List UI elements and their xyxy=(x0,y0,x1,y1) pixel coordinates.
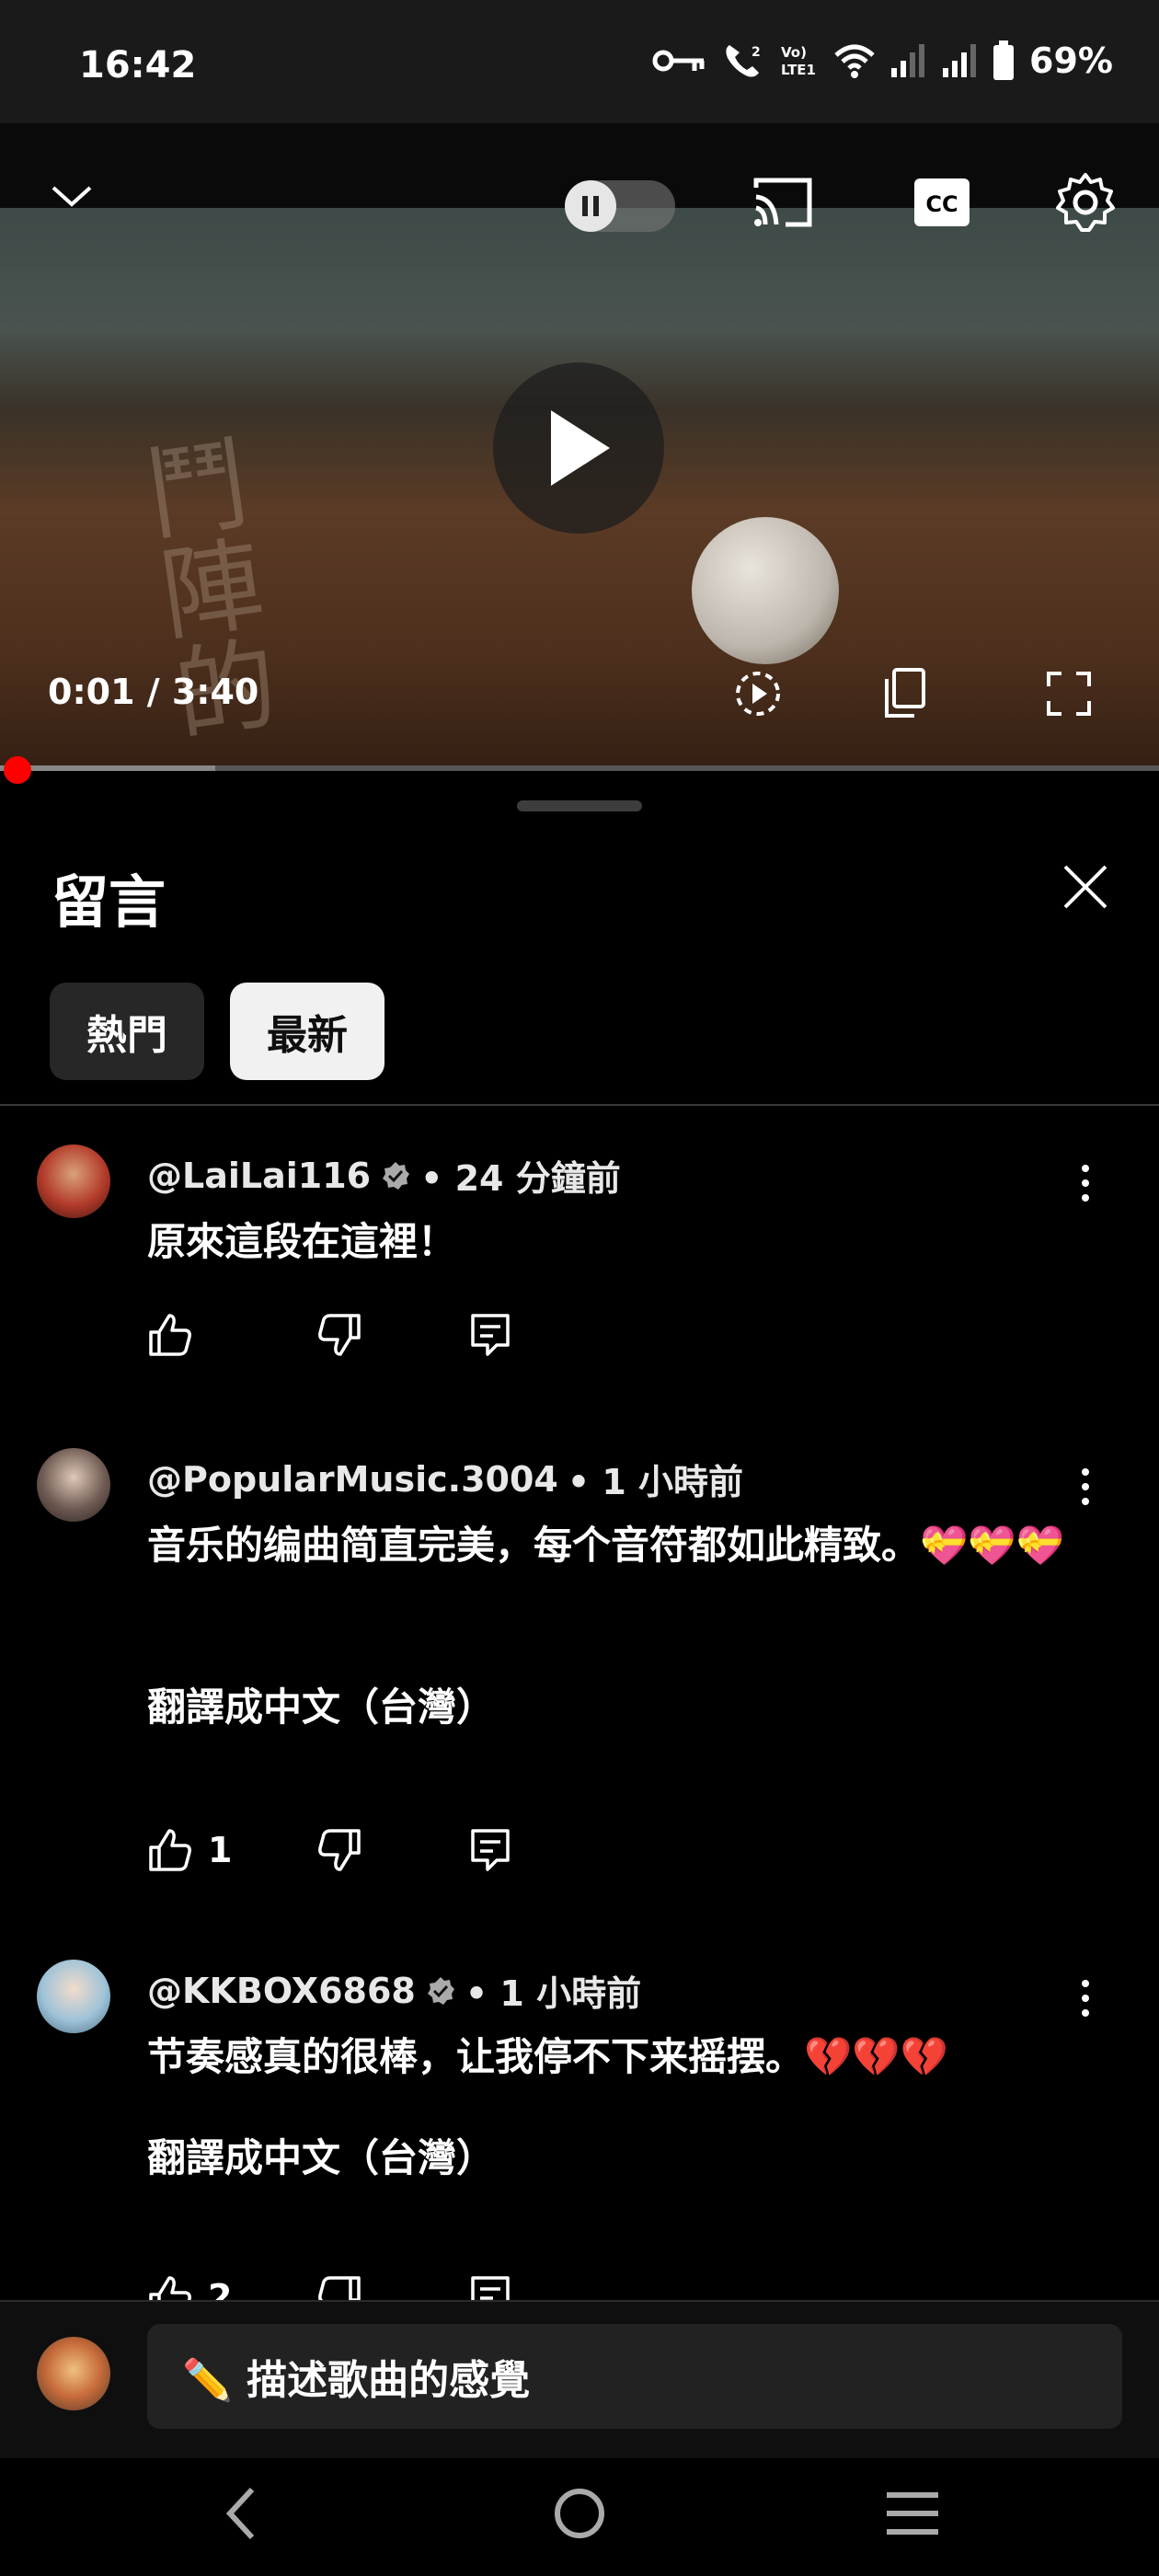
more-options-icon[interactable] xyxy=(1067,1156,1104,1211)
baseball-image xyxy=(692,517,839,664)
autoplay-toggle[interactable] xyxy=(565,180,675,232)
progress-scrubber[interactable] xyxy=(4,756,31,784)
comment-text: 节奏感真的很棒，让我停不下来摇摆。💔💔💔 xyxy=(147,2034,948,2079)
progress-buffered xyxy=(0,765,215,771)
thumbs-up-icon xyxy=(149,1829,191,1871)
divider xyxy=(0,1104,1159,1106)
signal-icon xyxy=(891,44,925,77)
thumbs-down-icon xyxy=(318,2276,361,2300)
comment-author[interactable]: @PopularMusic.3004 xyxy=(147,1459,558,1500)
comment-actions: 2 xyxy=(147,2274,511,2300)
captions-icon[interactable]: CC xyxy=(912,177,971,228)
user-avatar xyxy=(37,2337,110,2410)
translate-link[interactable]: 翻譯成中文（台灣） xyxy=(147,1676,495,1732)
video-player[interactable]: 鬥陣的 CC 0:01 / 3:40 xyxy=(0,123,1159,767)
verified-icon xyxy=(427,1976,454,2005)
comment-input[interactable]: ✏️ 描述歌曲的感覺 xyxy=(147,2324,1122,2429)
panel-title: 留言 xyxy=(52,868,166,936)
miniplayer-icon[interactable] xyxy=(881,666,929,721)
svg-text:CC: CC xyxy=(925,191,958,217)
comment-actions: 1 xyxy=(147,1827,511,1873)
home-icon[interactable] xyxy=(552,2486,607,2541)
comment-meta: @KKBOX6868 • 1 小時前 xyxy=(147,1965,641,2016)
battery-level: 69% xyxy=(1029,40,1113,81)
thumbs-down-icon xyxy=(318,1314,361,1356)
dislike-button[interactable] xyxy=(316,2274,469,2300)
key-icon xyxy=(652,50,705,72)
close-icon[interactable] xyxy=(1060,861,1111,913)
comment-author[interactable]: @KKBOX6868 xyxy=(147,1971,416,2011)
system-nav-bar xyxy=(0,2458,1159,2576)
avatar[interactable] xyxy=(37,1144,110,1218)
wifi-icon xyxy=(834,44,875,78)
more-options-icon[interactable] xyxy=(1067,1459,1104,1514)
like-count: 1 xyxy=(208,1830,233,1870)
status-time: 16:42 xyxy=(79,44,197,86)
tab-newest[interactable]: 最新 xyxy=(230,983,384,1080)
more-options-icon[interactable] xyxy=(1067,1971,1104,2026)
dislike-button[interactable] xyxy=(316,1827,469,1873)
collapse-icon[interactable] xyxy=(50,182,94,210)
thumbs-up-icon xyxy=(149,1314,191,1356)
reply-icon xyxy=(471,1829,510,1871)
translate-link[interactable]: 翻譯成中文（台灣） xyxy=(147,2127,495,2183)
play-icon xyxy=(551,410,610,486)
wifi-call-icon: 2 xyxy=(726,45,761,77)
autoplay-next-icon[interactable] xyxy=(732,668,784,719)
comment-author[interactable]: @LaiLai116 xyxy=(147,1156,371,1196)
thumbs-down-icon xyxy=(318,1829,361,1871)
signal-icon xyxy=(943,44,977,77)
verified-icon xyxy=(383,1161,410,1190)
comment-text: 原來這段在這裡！ xyxy=(147,1219,457,1264)
like-button[interactable] xyxy=(147,1312,316,1358)
comment-time: • 1 小時前 xyxy=(567,1462,744,1502)
volte-icon: Vo)LTE1 xyxy=(781,44,816,78)
reply-button[interactable] xyxy=(469,2274,511,2300)
avatar[interactable] xyxy=(37,1448,110,1522)
reply-icon xyxy=(471,1314,510,1356)
svg-text:2: 2 xyxy=(752,45,761,60)
comment-text: 音乐的编曲简直完美，每个音符都如此精致。💝💝💝 xyxy=(147,1523,1064,1568)
play-button[interactable] xyxy=(493,362,664,534)
drag-handle[interactable] xyxy=(517,800,642,811)
tab-top[interactable]: 熱門 xyxy=(50,983,204,1080)
recents-icon[interactable] xyxy=(885,2488,940,2539)
comment-time: • 1 小時前 xyxy=(465,1973,642,2014)
avatar[interactable] xyxy=(37,1960,110,2033)
reply-button[interactable] xyxy=(469,1827,511,1873)
svg-text:Vo): Vo) xyxy=(781,44,807,61)
reply-button[interactable] xyxy=(469,1312,511,1358)
pause-icon xyxy=(565,180,616,232)
thumbs-up-icon xyxy=(149,2276,191,2300)
comment-actions xyxy=(147,1312,511,1358)
svg-text:LTE1: LTE1 xyxy=(781,62,816,78)
fullscreen-icon[interactable] xyxy=(1045,670,1093,718)
like-button[interactable]: 2 xyxy=(147,2274,316,2300)
comment-item: @KKBOX6868 • 1 小時前 节奏感真的很棒，让我停不下来摇摆。💔💔💔 … xyxy=(0,1956,1159,2300)
like-count: 2 xyxy=(208,2277,233,2300)
time-display: 0:01 / 3:40 xyxy=(48,672,259,712)
like-button[interactable]: 1 xyxy=(147,1827,316,1873)
dislike-button[interactable] xyxy=(316,1312,469,1358)
cast-icon[interactable] xyxy=(751,175,815,230)
comment-meta: @PopularMusic.3004 • 1 小時前 xyxy=(147,1454,743,1504)
reply-icon xyxy=(471,2276,510,2300)
battery-icon xyxy=(993,40,1015,80)
status-icons: 2 Vo) LTE1 69% xyxy=(652,40,1113,81)
status-bar: 16:42 2 Vo) LTE1 69% xyxy=(0,0,1159,123)
back-icon[interactable] xyxy=(223,2486,259,2541)
comment-meta: @LaiLai116 • 24 分鐘前 xyxy=(147,1150,621,1201)
comment-time: • 24 分鐘前 xyxy=(420,1158,621,1199)
settings-icon[interactable] xyxy=(1054,171,1117,234)
